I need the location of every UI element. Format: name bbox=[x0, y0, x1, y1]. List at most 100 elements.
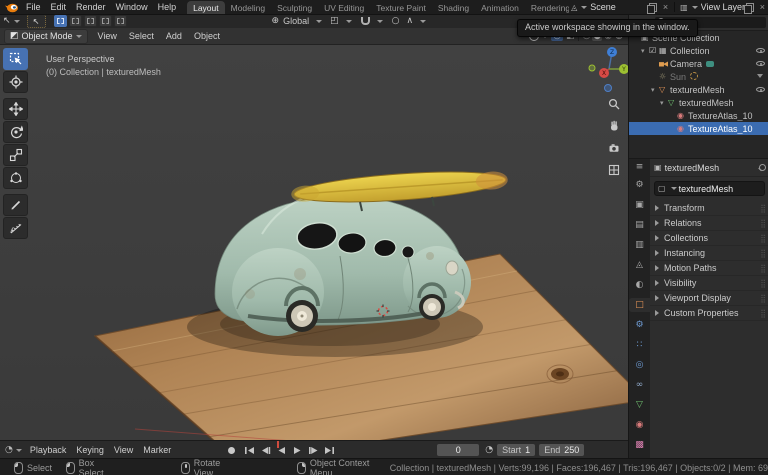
properties-section-header[interactable]: Viewport Display ⣿ bbox=[650, 291, 768, 306]
properties-tab[interactable] bbox=[629, 278, 650, 292]
visibility-toggle-icon[interactable] bbox=[756, 111, 765, 122]
topbar-menu-item[interactable]: Render bbox=[71, 2, 111, 12]
properties-tab[interactable] bbox=[629, 218, 650, 232]
properties-tab[interactable] bbox=[629, 178, 650, 192]
editor-type-icon[interactable]: ≡ bbox=[636, 162, 644, 178]
properties-section-header[interactable]: Collections ⣿ bbox=[650, 231, 768, 246]
properties-section-header[interactable]: Custom Properties ⣿ bbox=[650, 306, 768, 321]
properties-tab[interactable] bbox=[629, 258, 650, 272]
disclosure-caret-icon[interactable] bbox=[651, 86, 659, 94]
workspace-tab[interactable]: Animation bbox=[475, 1, 525, 14]
subtract[interactable] bbox=[84, 15, 97, 27]
orthographic-toggle-icon[interactable] bbox=[606, 162, 622, 178]
remove-view-layer-button[interactable]: × bbox=[757, 2, 768, 12]
disclosure-caret-icon[interactable] bbox=[660, 99, 668, 107]
current-frame-field[interactable]: 0 bbox=[437, 444, 479, 456]
visibility-toggle-icon[interactable] bbox=[756, 85, 765, 96]
topbar-menu-item[interactable]: Edit bbox=[46, 2, 72, 12]
viewport-menu-item[interactable]: Select bbox=[123, 31, 160, 41]
visibility-toggle-icon[interactable] bbox=[756, 72, 765, 83]
jump-to-end-button[interactable] bbox=[322, 444, 337, 456]
properties-tab[interactable] bbox=[629, 198, 650, 212]
topbar-menu-item[interactable]: Help bbox=[153, 2, 182, 12]
navigation-gizmo[interactable]: Z Y X bbox=[585, 46, 628, 94]
scene-selector[interactable]: ◬ Scene × bbox=[571, 1, 671, 13]
topbar-menu-item[interactable]: Window bbox=[111, 2, 153, 12]
workspace-tab[interactable]: Sculpting bbox=[271, 1, 318, 14]
preview-range-clock-icon[interactable]: ◔ bbox=[485, 445, 493, 455]
outliner-row[interactable]: Sun bbox=[629, 70, 768, 83]
properties-tab[interactable] bbox=[629, 398, 650, 412]
topbar-menu-item[interactable]: File bbox=[21, 2, 46, 12]
properties-tab[interactable] bbox=[629, 418, 650, 432]
select-box-tool-icon[interactable] bbox=[3, 48, 28, 70]
timeline-editor-type-button[interactable]: ◔ bbox=[0, 445, 25, 455]
properties-tab[interactable] bbox=[629, 238, 650, 252]
workspace-tab[interactable]: UV Editing bbox=[318, 1, 370, 14]
workspace-tab[interactable]: Layout bbox=[187, 1, 225, 14]
visibility-toggle-icon[interactable] bbox=[756, 59, 765, 70]
snap-magnet-icon[interactable] bbox=[361, 17, 370, 25]
transform-tool-icon[interactable] bbox=[3, 167, 28, 189]
visibility-toggle-icon[interactable] bbox=[756, 46, 765, 57]
annotate-tool-icon[interactable] bbox=[3, 194, 28, 216]
intersect[interactable] bbox=[114, 15, 127, 27]
unlink-scene-button[interactable]: × bbox=[660, 2, 671, 12]
jump-to-start-button[interactable] bbox=[242, 444, 257, 456]
extend[interactable] bbox=[69, 15, 82, 27]
properties-tab[interactable] bbox=[629, 298, 650, 312]
active-tool-selector[interactable]: ↖ bbox=[0, 16, 23, 26]
timeline-menu-item[interactable]: Keying bbox=[71, 445, 109, 455]
orientation-dropdown[interactable]: Global bbox=[283, 16, 309, 26]
next-keyframe-button[interactable] bbox=[306, 444, 321, 456]
falloff-curve-icon[interactable]: ∧ bbox=[406, 16, 413, 26]
mode-selector[interactable]: ◩ Object Mode bbox=[4, 29, 88, 44]
previous-keyframe-button[interactable] bbox=[258, 444, 273, 456]
workspace-tab[interactable]: Rendering bbox=[525, 1, 569, 14]
invert[interactable] bbox=[99, 15, 112, 27]
blender-logo-icon[interactable] bbox=[4, 2, 19, 13]
measure-tool-icon[interactable] bbox=[3, 217, 28, 239]
outliner-row[interactable]: texturedMesh bbox=[629, 83, 768, 96]
tweak-tool-button[interactable]: ↖ bbox=[27, 14, 46, 28]
viewport-menu-item[interactable]: View bbox=[92, 31, 123, 41]
disclosure-caret-icon[interactable] bbox=[641, 47, 649, 55]
timeline-menu-item[interactable]: View bbox=[109, 445, 138, 455]
pivot-point-icon[interactable]: ◰ bbox=[330, 16, 339, 26]
outliner-row[interactable]: Camera bbox=[629, 57, 768, 70]
breadcrumb-object-name[interactable]: texturedMesh bbox=[665, 163, 720, 173]
timeline-menu-item[interactable]: Playback bbox=[25, 445, 72, 455]
new-scene-icon[interactable] bbox=[649, 3, 657, 12]
view-layer-selector[interactable]: ▥ View Layer × bbox=[680, 1, 768, 13]
properties-tab[interactable] bbox=[629, 338, 650, 352]
object-name-field[interactable]: ▢ texturedMesh bbox=[654, 181, 765, 196]
properties-tab[interactable] bbox=[629, 438, 650, 452]
frame-start-field[interactable]: Start 1 bbox=[497, 444, 535, 456]
proportional-editing-icon[interactable]: ○ bbox=[392, 16, 400, 26]
viewport-menu-item[interactable]: Add bbox=[160, 31, 188, 41]
rotate-tool-icon[interactable] bbox=[3, 121, 28, 143]
collection-checkbox-icon[interactable] bbox=[649, 46, 659, 55]
properties-section-header[interactable]: Instancing ⣿ bbox=[650, 246, 768, 261]
outliner-row[interactable]: TextureAtlas_10 bbox=[629, 109, 768, 122]
outliner-row[interactable]: Collection bbox=[629, 44, 768, 57]
properties-tab[interactable] bbox=[629, 378, 650, 392]
properties-tab[interactable] bbox=[629, 318, 650, 332]
properties-section-header[interactable]: Motion Paths ⣿ bbox=[650, 261, 768, 276]
pan-hand-icon[interactable] bbox=[606, 118, 622, 134]
properties-section-header[interactable]: Transform ⣿ bbox=[650, 201, 768, 216]
viewport-menu-item[interactable]: Object bbox=[188, 31, 226, 41]
properties-section-header[interactable]: Visibility ⣿ bbox=[650, 276, 768, 291]
timeline-playhead[interactable] bbox=[277, 441, 279, 448]
3d-viewport[interactable]: User Perspective (0) Collection | textur… bbox=[0, 44, 628, 440]
zoom-icon[interactable] bbox=[606, 96, 622, 112]
timeline-menu-item[interactable]: Marker bbox=[138, 445, 176, 455]
properties-section-header[interactable]: Relations ⣿ bbox=[650, 216, 768, 231]
move-tool-icon[interactable] bbox=[3, 98, 28, 120]
workspace-tab[interactable]: Shading bbox=[432, 1, 475, 14]
auto-keying-record-icon[interactable] bbox=[228, 447, 235, 454]
visibility-toggle-icon[interactable] bbox=[756, 33, 765, 44]
properties-tab[interactable] bbox=[629, 358, 650, 372]
camera-view-icon[interactable] bbox=[606, 140, 622, 156]
pin-icon[interactable] bbox=[758, 164, 765, 171]
